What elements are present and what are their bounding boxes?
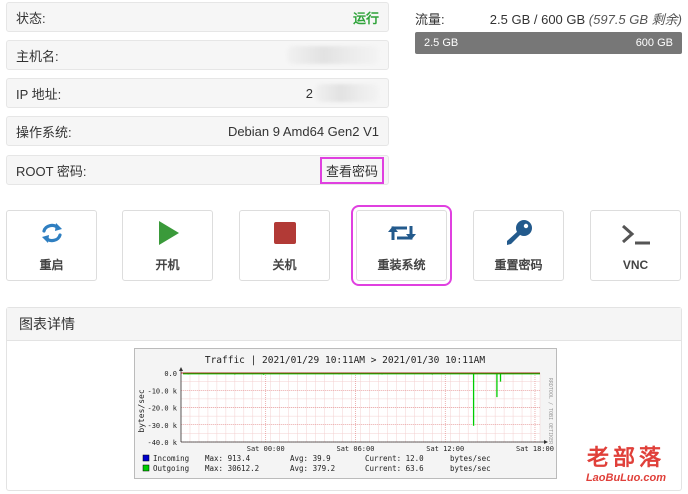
watermark-small: LaoBuLuo.com	[585, 472, 666, 484]
chart-panel: 图表详情 Traffic | 2021/01/29 10:11AM > 2021…	[6, 307, 682, 491]
chart-legend-text: Avg: 379.2	[290, 464, 335, 473]
shutdown-label: 关机	[272, 258, 297, 272]
chart-legend-text: Incoming	[153, 454, 189, 463]
reboot-label: 重启	[39, 258, 64, 272]
chart-panel-title: 图表详情	[7, 308, 681, 341]
retweet-icon	[387, 218, 417, 248]
chart-legend-text: Current: 63.6	[365, 464, 424, 473]
ip-prefix: 2	[305, 85, 313, 101]
ip-value: 2	[306, 84, 379, 102]
reset-password-label: 重置密码	[494, 258, 543, 272]
chart-ytick-label: -40.0 k	[147, 439, 177, 447]
chart-y-axis-arrow	[179, 367, 183, 371]
traffic-remaining-text: (597.5 GB 剩余)	[588, 12, 682, 27]
status-row: 状态: 运行	[6, 2, 389, 32]
watermark-logo: 老部落 LaoBuLuo.com	[586, 440, 666, 484]
chart-legend-text: bytes/sec	[450, 454, 491, 463]
chart-ylabel: bytes/sec	[137, 389, 146, 433]
power-on-button[interactable]: 开机	[122, 210, 213, 281]
chart-legend-text: bytes/sec	[450, 464, 491, 473]
hostname-label: 主机名:	[16, 48, 59, 64]
traffic-bar-left: 2.5 GB	[424, 37, 459, 49]
chart-xtick-label: Sat 06:00	[337, 445, 375, 453]
chart-legend-text: Max: 30612.2	[205, 464, 259, 473]
key-icon	[504, 218, 534, 248]
status-value: 运行	[352, 10, 379, 26]
chart-legend-text: Avg: 39.9	[290, 454, 331, 463]
chart-legend-swatch	[142, 454, 150, 462]
chart-ytick-label: -30.0 k	[147, 422, 177, 430]
chart-xtick-label: Sat 00:00	[247, 445, 285, 453]
shutdown-button[interactable]: 关机	[239, 210, 330, 281]
vnc-label: VNC	[622, 257, 649, 272]
traffic-chart-svg: Traffic | 2021/01/29 10:11AM > 2021/01/3…	[137, 355, 554, 473]
chart-title: Traffic | 2021/01/29 10:11AM > 2021/01/3…	[205, 355, 486, 366]
chart-xtick-label: Sat 12:00	[426, 445, 464, 453]
chart-ytick-label: 0.0	[164, 370, 177, 378]
chart-legend-swatch	[142, 464, 150, 472]
traffic-graph: Traffic | 2021/01/29 10:11AM > 2021/01/3…	[134, 348, 557, 479]
os-label: 操作系统:	[16, 124, 72, 140]
stop-icon	[270, 218, 300, 248]
chart-ytick-label: -10.0 k	[147, 387, 177, 395]
hostname-blurred	[287, 46, 379, 64]
traffic-bar-right: 600 GB	[635, 37, 673, 49]
traffic-label: 流量:	[415, 12, 445, 27]
status-label: 状态:	[16, 10, 46, 26]
traffic-used-text: 2.5 GB / 600 GB	[489, 12, 586, 27]
chart-ytick-label: -20.0 k	[147, 405, 177, 413]
reinstall-system-label: 重装系统	[377, 258, 426, 272]
ip-blurred	[315, 84, 379, 102]
hostname-row: 主机名:	[6, 40, 389, 70]
reinstall-system-button[interactable]: 重装系统	[351, 205, 452, 286]
chart-legend-text: Outgoing	[153, 464, 189, 473]
chart-xtick-label: Sat 18:00	[516, 445, 554, 453]
os-value: Debian 9 Amd64 Gen2 V1	[227, 123, 379, 139]
vnc-button[interactable]: VNC	[590, 210, 681, 281]
watermark-big: 老部落	[586, 446, 665, 471]
power-on-label: 开机	[155, 258, 180, 272]
chart-legend-text: Current: 12.0	[365, 454, 424, 463]
reset-password-button[interactable]: 重置密码	[473, 210, 564, 281]
reboot-button[interactable]: 重启	[6, 210, 97, 281]
ip-row: IP 地址: 2	[6, 78, 389, 108]
view-password-link[interactable]: 查看密码	[319, 156, 384, 184]
traffic-header: 流量: 2.5 GB / 600 GB (597.5 GB 剩余)	[415, 9, 682, 28]
root-password-label: ROOT 密码:	[16, 163, 87, 179]
traffic-usage: 2.5 GB / 600 GB (597.5 GB 剩余)	[490, 9, 682, 28]
chart-legend-text: Max: 913.4	[205, 454, 251, 463]
chart-side-label: RRDTOOL / TOBI OETIKER	[547, 378, 553, 445]
traffic-progress-bar: 2.5 GB 600 GB	[415, 32, 682, 54]
traffic-progress-fill: 2.5 GB 600 GB	[415, 32, 682, 54]
root-password-row: ROOT 密码: 查看密码	[6, 155, 389, 185]
ip-label: IP 地址:	[16, 86, 62, 102]
play-icon	[153, 218, 183, 248]
refresh-icon	[37, 218, 67, 248]
terminal-icon	[621, 220, 651, 250]
os-row: 操作系统: Debian 9 Amd64 Gen2 V1	[6, 116, 389, 146]
